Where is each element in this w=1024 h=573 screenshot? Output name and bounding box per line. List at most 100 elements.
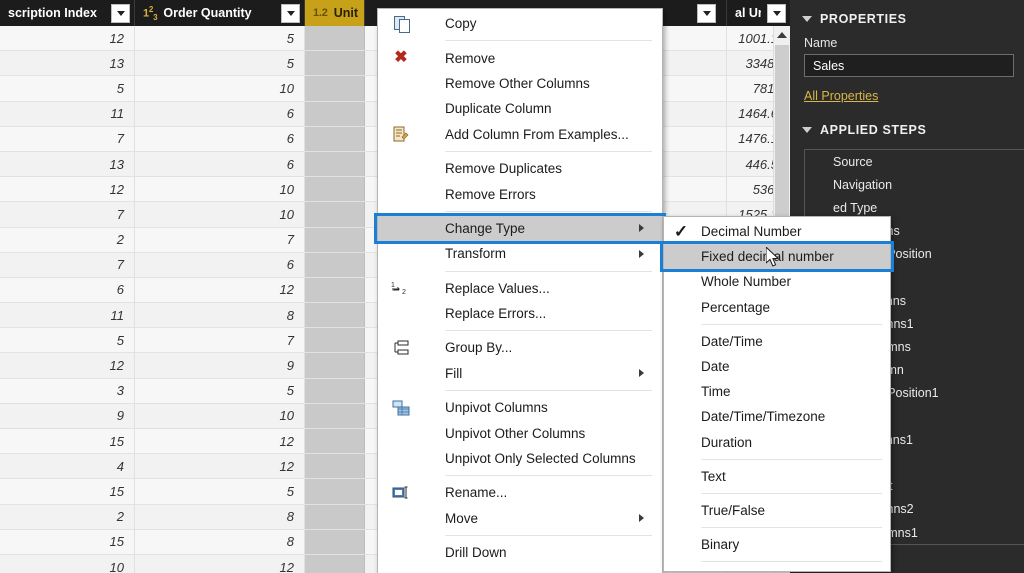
context-menu-item[interactable]: Transform (378, 241, 662, 266)
context-menu-item[interactable]: Change Type (378, 215, 662, 242)
change-type-option[interactable]: Whole Number (664, 269, 890, 294)
cell-unit-price[interactable] (305, 378, 365, 403)
cell-order-quantity[interactable]: 12 (135, 554, 305, 573)
change-type-option[interactable]: True/False (664, 498, 890, 523)
change-type-submenu[interactable]: ✓ Decimal Number Fixed decimal number Whole… (663, 216, 891, 572)
cell-unit-price[interactable] (305, 51, 365, 76)
change-type-option[interactable]: Date (664, 354, 890, 379)
cell-unit-price[interactable] (305, 252, 365, 277)
cell-description-index[interactable]: 15 (0, 529, 135, 554)
cell-unit-price[interactable] (305, 202, 365, 227)
cell-description-index[interactable]: 11 (0, 101, 135, 126)
filter-dropdown-icon[interactable] (767, 3, 786, 23)
cell-description-index[interactable]: 12 (0, 353, 135, 378)
cell-order-quantity[interactable]: 8 (135, 529, 305, 554)
scroll-up-icon[interactable] (774, 26, 790, 43)
column-header-description-index[interactable]: scription Index (0, 0, 135, 26)
change-type-option[interactable]: Date/Time/Timezone (664, 404, 890, 429)
context-menu-item[interactable]: Remove Duplicates (378, 156, 662, 181)
context-menu-item[interactable]: Add Column From Examples... (378, 122, 662, 147)
cell-description-index[interactable]: 12 (0, 177, 135, 202)
cell-unit-price[interactable] (305, 504, 365, 529)
context-menu-item[interactable]: Add as New Query (378, 565, 662, 573)
cell-unit-price[interactable] (305, 529, 365, 554)
cell-order-quantity[interactable]: 5 (135, 479, 305, 504)
context-menu-item[interactable]: Group By... (378, 335, 662, 360)
cell-order-quantity[interactable]: 6 (135, 101, 305, 126)
cell-order-quantity[interactable]: 8 (135, 504, 305, 529)
cell-unit-price[interactable] (305, 227, 365, 252)
cell-description-index[interactable]: 7 (0, 202, 135, 227)
cell-unit-price[interactable] (305, 554, 365, 573)
cell-description-index[interactable]: 4 (0, 454, 135, 479)
cell-unit-price[interactable] (305, 429, 365, 454)
collapse-triangle-icon[interactable] (802, 127, 812, 133)
collapse-triangle-icon[interactable] (802, 16, 812, 22)
change-type-option[interactable]: Text (664, 464, 890, 489)
context-menu-item[interactable]: Remove Other Columns (378, 71, 662, 96)
cell-unit-price[interactable] (305, 126, 365, 151)
cell-description-index[interactable]: 5 (0, 76, 135, 101)
filter-dropdown-icon[interactable] (281, 3, 300, 23)
cell-order-quantity[interactable]: 5 (135, 51, 305, 76)
cell-order-quantity[interactable]: 10 (135, 76, 305, 101)
cell-description-index[interactable]: 2 (0, 504, 135, 529)
column-context-menu[interactable]: Copy ✖ Remove Remove Other Columns Duplicate… (377, 8, 663, 573)
context-menu-item[interactable]: Drill Down (378, 540, 662, 565)
context-menu-item[interactable]: Unpivot Other Columns (378, 420, 662, 445)
properties-section-header[interactable]: PROPERTIES (790, 0, 1024, 30)
applied-step-item[interactable]: Navigation (805, 173, 1024, 196)
cell-order-quantity[interactable]: 12 (135, 429, 305, 454)
column-header-total-unit-cost[interactable]: al Unit Cost (727, 0, 790, 26)
cell-unit-price[interactable] (305, 328, 365, 353)
cell-order-quantity[interactable]: 7 (135, 328, 305, 353)
filter-dropdown-icon[interactable] (697, 3, 716, 23)
cell-unit-price[interactable] (305, 76, 365, 101)
cell-description-index[interactable]: 5 (0, 328, 135, 353)
cell-order-quantity[interactable]: 12 (135, 277, 305, 303)
change-type-option[interactable]: Fixed decimal number (664, 244, 890, 270)
cell-description-index[interactable]: 15 (0, 479, 135, 504)
cell-order-quantity[interactable]: 10 (135, 202, 305, 227)
cell-description-index[interactable]: 15 (0, 429, 135, 454)
change-type-option[interactable]: Using Locale... (664, 566, 890, 571)
cell-order-quantity[interactable]: 12 (135, 454, 305, 479)
context-menu-item[interactable]: Move (378, 506, 662, 531)
context-menu-item[interactable]: Fill (378, 361, 662, 386)
cell-order-quantity[interactable]: 10 (135, 403, 305, 428)
column-header-unit-price[interactable]: 1.2 Unit Pr (305, 0, 365, 26)
change-type-option[interactable]: Percentage (664, 295, 890, 320)
cell-description-index[interactable]: 7 (0, 126, 135, 151)
cell-unit-price[interactable] (305, 454, 365, 479)
cell-unit-price[interactable] (305, 403, 365, 428)
filter-dropdown-icon[interactable] (111, 3, 130, 23)
cell-order-quantity[interactable]: 5 (135, 378, 305, 403)
context-menu-item[interactable]: Duplicate Column (378, 96, 662, 121)
cell-unit-price[interactable] (305, 26, 365, 51)
cell-description-index[interactable]: 13 (0, 51, 135, 76)
change-type-option[interactable]: Duration (664, 430, 890, 455)
cell-unit-price[interactable] (305, 303, 365, 328)
cell-description-index[interactable]: 12 (0, 26, 135, 51)
cell-description-index[interactable]: 11 (0, 303, 135, 328)
cell-unit-price[interactable] (305, 353, 365, 378)
query-name-input[interactable]: Sales (804, 54, 1014, 77)
context-menu-item[interactable]: Replace Errors... (378, 301, 662, 326)
cell-order-quantity[interactable]: 9 (135, 353, 305, 378)
context-menu-item[interactable]: Unpivot Columns (378, 395, 662, 420)
change-type-option[interactable]: Date/Time (664, 329, 890, 354)
cell-order-quantity[interactable]: 7 (135, 227, 305, 252)
all-properties-link[interactable]: All Properties (804, 89, 878, 103)
context-menu-item[interactable]: Remove Errors (378, 181, 662, 206)
change-type-option[interactable]: Time (664, 379, 890, 404)
cell-description-index[interactable]: 6 (0, 277, 135, 303)
cell-description-index[interactable]: 2 (0, 227, 135, 252)
change-type-option[interactable]: Binary (664, 532, 890, 557)
cell-unit-price[interactable] (305, 479, 365, 504)
cell-order-quantity[interactable]: 6 (135, 151, 305, 177)
cell-unit-price[interactable] (305, 277, 365, 303)
column-header-order-quantity[interactable]: 123 Order Quantity (135, 0, 305, 26)
context-menu-item[interactable]: 1 2 Replace Values... (378, 276, 662, 301)
change-type-option[interactable]: ✓ Decimal Number (664, 219, 890, 244)
cell-unit-price[interactable] (305, 151, 365, 177)
